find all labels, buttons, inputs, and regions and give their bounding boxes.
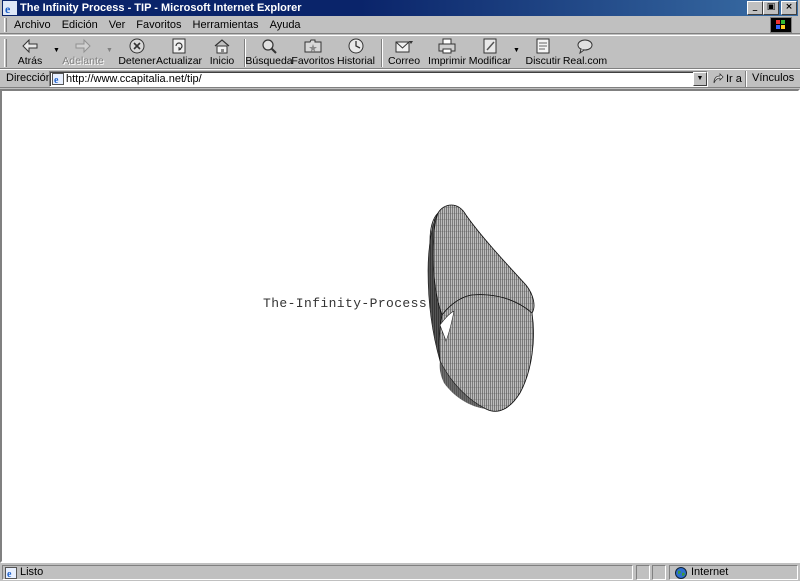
go-arrow-icon bbox=[713, 73, 724, 84]
forward-arrow-icon bbox=[75, 38, 91, 54]
home-button[interactable]: Inicio bbox=[209, 37, 235, 69]
menu-ayuda[interactable]: Ayuda bbox=[270, 19, 307, 31]
ie-page-icon: e bbox=[52, 73, 64, 85]
search-button[interactable]: Búsqueda bbox=[245, 37, 293, 69]
windows-logo-icon bbox=[770, 17, 792, 33]
history-label: Historial bbox=[337, 55, 375, 67]
mail-label: Correo bbox=[387, 55, 421, 67]
edit-button[interactable]: Modificar bbox=[468, 37, 512, 69]
mail-icon bbox=[395, 41, 413, 53]
standard-toolbar: Atrás ▼ Adelante ▼ Detener Actualizar In… bbox=[0, 35, 800, 69]
forward-label: Adelante bbox=[62, 55, 104, 67]
realcom-button[interactable]: Real.com bbox=[562, 37, 608, 69]
address-label: Dirección bbox=[6, 72, 52, 84]
toolbar-separator bbox=[381, 39, 383, 67]
realplayer-icon bbox=[577, 39, 593, 55]
toolbar-grip[interactable] bbox=[4, 39, 7, 67]
stop-icon bbox=[129, 38, 145, 54]
go-label: Ir a bbox=[726, 73, 742, 85]
svg-text:e: e bbox=[7, 569, 12, 579]
search-label: Búsqueda bbox=[245, 55, 293, 67]
forward-dropdown-icon[interactable]: ▼ bbox=[106, 47, 113, 54]
refresh-label: Actualizar bbox=[155, 55, 203, 67]
status-text: Listo bbox=[20, 566, 44, 578]
favorites-folder-icon bbox=[304, 39, 322, 53]
window-controls: _ ▣ × bbox=[747, 1, 797, 15]
refresh-icon bbox=[172, 38, 186, 54]
security-zone-label: Internet bbox=[691, 566, 729, 578]
page-content: The-Infinity-Process bbox=[0, 89, 800, 563]
maximize-button[interactable]: ▣ bbox=[763, 1, 779, 15]
favorites-label: Favoritos bbox=[291, 55, 335, 67]
history-icon bbox=[348, 38, 364, 54]
ie-logo-icon: e bbox=[3, 1, 17, 15]
refresh-button[interactable]: Actualizar bbox=[155, 37, 203, 69]
print-button[interactable]: Imprimir bbox=[428, 37, 466, 69]
security-zone-pane[interactable]: Internet bbox=[669, 565, 798, 580]
edit-label: Modificar bbox=[468, 55, 512, 67]
mail-button[interactable]: Correo bbox=[387, 37, 421, 69]
back-dropdown-icon[interactable]: ▼ bbox=[53, 47, 60, 54]
links-button[interactable]: Vínculos bbox=[752, 72, 794, 84]
stop-label: Detener bbox=[118, 55, 156, 67]
printer-icon bbox=[438, 38, 456, 54]
menu-bar: Archivo Edición Ver Favoritos Herramient… bbox=[0, 16, 800, 34]
stop-button[interactable]: Detener bbox=[118, 37, 156, 69]
print-label: Imprimir bbox=[428, 55, 466, 67]
discuss-label: Discutir bbox=[525, 55, 561, 67]
search-icon bbox=[262, 39, 277, 54]
ie-page-icon: e bbox=[5, 567, 17, 579]
edit-dropdown-icon[interactable]: ▼ bbox=[513, 47, 520, 54]
links-separator bbox=[745, 71, 747, 87]
status-bar: e Listo Internet bbox=[0, 563, 800, 581]
globe-icon bbox=[675, 567, 687, 579]
status-pane bbox=[636, 565, 650, 580]
favorites-button[interactable]: Favoritos bbox=[291, 37, 335, 69]
home-icon bbox=[214, 39, 230, 54]
menu-edicion[interactable]: Edición bbox=[62, 19, 104, 31]
realcom-label: Real.com bbox=[562, 55, 608, 67]
back-button[interactable]: Atrás bbox=[18, 37, 42, 69]
history-button[interactable]: Historial bbox=[337, 37, 375, 69]
menu-archivo[interactable]: Archivo bbox=[14, 19, 57, 31]
address-field[interactable]: e ▼ bbox=[49, 71, 708, 87]
home-label: Inicio bbox=[209, 55, 235, 67]
edit-page-icon bbox=[483, 38, 497, 54]
discuss-button[interactable]: Discutir bbox=[525, 37, 561, 69]
minimize-button[interactable]: _ bbox=[747, 1, 763, 15]
status-pane bbox=[652, 565, 666, 580]
window-title: The Infinity Process - TIP - Microsoft I… bbox=[20, 2, 302, 14]
menu-favoritos[interactable]: Favoritos bbox=[136, 19, 187, 31]
browser-window: e The Infinity Process - TIP - Microsoft… bbox=[0, 0, 800, 581]
back-label: Atrás bbox=[17, 55, 43, 67]
menu-bar-grip[interactable] bbox=[4, 18, 7, 32]
svg-text:e: e bbox=[5, 2, 11, 15]
address-input[interactable] bbox=[66, 72, 686, 86]
forward-button[interactable]: Adelante bbox=[62, 37, 104, 69]
menu-ver[interactable]: Ver bbox=[109, 19, 132, 31]
menu-herramientas[interactable]: Herramientas bbox=[193, 19, 265, 31]
go-button[interactable]: Ir a bbox=[712, 71, 742, 87]
back-arrow-icon bbox=[22, 38, 38, 54]
discuss-icon bbox=[536, 38, 550, 54]
address-bar: Dirección e ▼ Ir a Vínculos bbox=[0, 69, 800, 88]
title-bar[interactable]: e The Infinity Process - TIP - Microsoft… bbox=[2, 0, 798, 16]
mobius-strip-image bbox=[427, 204, 535, 412]
address-dropdown-icon[interactable]: ▼ bbox=[693, 72, 707, 86]
close-button[interactable]: × bbox=[781, 1, 797, 15]
svg-text:e: e bbox=[54, 75, 59, 85]
page-heading: The-Infinity-Process bbox=[263, 296, 428, 311]
status-pane-main: e Listo bbox=[2, 565, 633, 580]
